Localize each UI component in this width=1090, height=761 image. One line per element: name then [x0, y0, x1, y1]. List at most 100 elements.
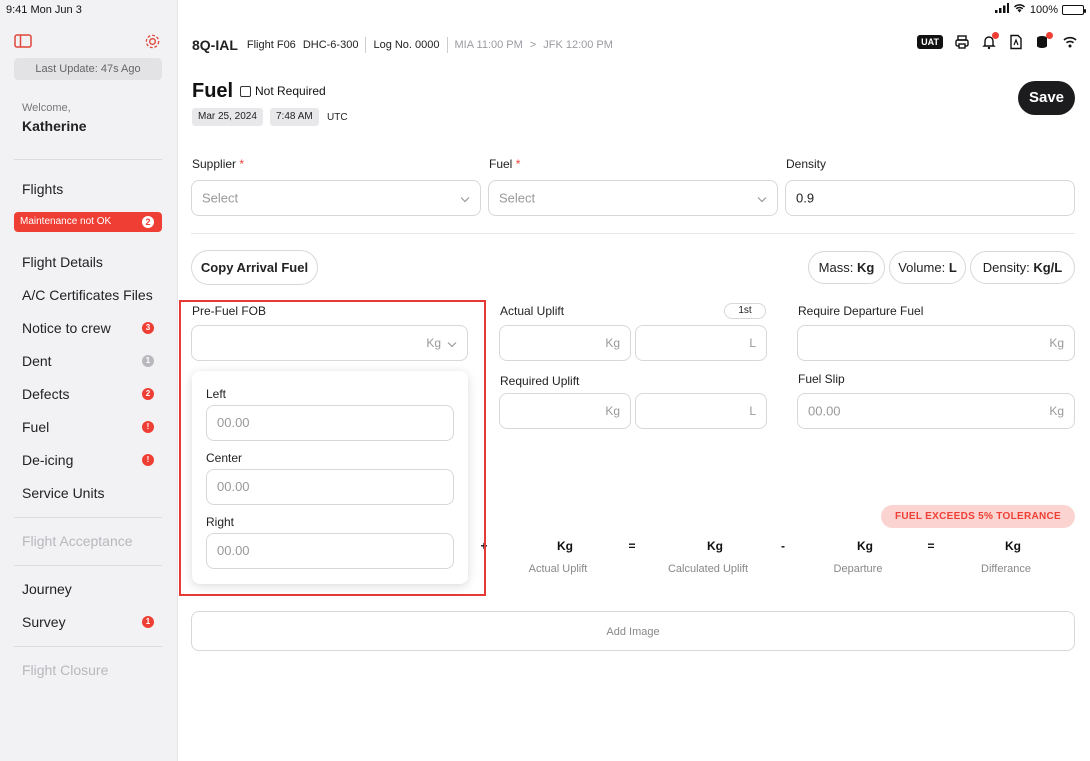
- flight-header: 8Q-IAL Flight F06 DHC-6-300 Log No. 0000…: [192, 36, 613, 54]
- fuel-slip-placeholder: 00.00: [808, 403, 841, 419]
- sidebar-divider: [14, 565, 162, 566]
- unit-l: L: [749, 404, 756, 418]
- departure-caption: Departure: [833, 563, 883, 575]
- count-badge: 2: [142, 388, 154, 400]
- center-tank-input[interactable]: 00.00: [206, 469, 454, 505]
- save-button[interactable]: Save: [1018, 81, 1075, 115]
- minus-operator: -: [781, 539, 785, 553]
- database-icon[interactable]: [1035, 32, 1053, 50]
- sidebar-item-survey[interactable]: Survey 1: [22, 611, 162, 633]
- sidebar-item-label: Dent: [22, 353, 52, 369]
- count-badge: 1: [142, 616, 154, 628]
- actual-uplift-l-input[interactable]: L: [635, 325, 767, 361]
- fuel-slip-label: Fuel Slip: [798, 372, 845, 386]
- sidebar-divider: [14, 517, 162, 518]
- required-uplift-l-input[interactable]: L: [635, 393, 767, 429]
- battery-icon: [1062, 4, 1086, 15]
- sidebar-item-label: Service Units: [22, 485, 105, 501]
- aircraft-registration: 8Q-IAL: [192, 37, 238, 53]
- environment-badge: UAT: [917, 35, 943, 49]
- printer-icon[interactable]: [954, 34, 970, 50]
- header-divider: [365, 37, 367, 53]
- fuel-type-placeholder: Select: [499, 190, 536, 206]
- not-required-checkbox[interactable]: [240, 85, 251, 97]
- sidebar-item-fuel[interactable]: Fuel!: [22, 416, 162, 438]
- volume-unit-button[interactable]: Volume: L: [889, 251, 966, 284]
- left-tank-label: Left: [206, 387, 227, 401]
- sidebar-divider: [14, 646, 162, 647]
- unit-kg: Kg: [1049, 404, 1064, 418]
- density-unit-button[interactable]: Density: Kg/L: [970, 251, 1075, 284]
- add-image-button[interactable]: Add Image: [191, 611, 1075, 651]
- mass-unit-button[interactable]: Mass: Kg: [808, 251, 885, 284]
- unit-kg: Kg: [605, 404, 620, 418]
- unit-kg: Kg: [1049, 336, 1064, 350]
- not-required-label: Not Required: [255, 84, 326, 98]
- unit-l: L: [749, 336, 756, 350]
- fuel-slip-input[interactable]: 00.00 Kg: [797, 393, 1075, 429]
- sidebar-item-label: Defects: [22, 386, 70, 402]
- aircraft-type: DHC-6-300: [302, 39, 359, 51]
- maintenance-status-badge[interactable]: Maintenance not OK 2: [14, 212, 162, 232]
- sidebar-item-flight-details[interactable]: Flight Details: [22, 251, 162, 273]
- sidebar-item-journey[interactable]: Journey: [22, 578, 162, 600]
- sidebar-item-service-units[interactable]: Service Units: [22, 482, 162, 504]
- unit-kg: Kg: [605, 336, 620, 350]
- maintenance-count: 2: [142, 216, 154, 228]
- section-divider: [191, 233, 1075, 234]
- copy-arrival-fuel-button[interactable]: Copy Arrival Fuel: [191, 250, 318, 285]
- sidebar-item-notice-to-crew[interactable]: Notice to crew 3: [22, 317, 162, 339]
- sidebar-item-defects[interactable]: Defects 2: [22, 383, 162, 405]
- route-destination: JFK 12:00 PM: [543, 39, 613, 51]
- sidebar-item-flight-closure[interactable]: Flight Closure: [22, 659, 162, 681]
- require-departure-label: Require Departure Fuel: [798, 304, 924, 318]
- required-uplift-label: Required Uplift: [500, 374, 580, 388]
- date-chip[interactable]: Mar 25, 2024: [192, 108, 263, 126]
- gear-icon[interactable]: [144, 33, 162, 49]
- battery-percent: 100%: [1029, 3, 1058, 16]
- wifi-status-icon[interactable]: [1062, 34, 1078, 50]
- equals-operator: =: [927, 539, 935, 553]
- actual-uplift-label: Actual Uplift: [500, 304, 565, 318]
- status-icons: 100%: [994, 3, 1086, 16]
- density-label: Density: [786, 157, 827, 171]
- tank-breakdown-dropdown: Left 00.00 Center 00.00 Right 00.00: [192, 371, 468, 584]
- sidebar-item-flights[interactable]: Flights: [22, 178, 162, 200]
- sidebar-item-de-icing[interactable]: De-icing!: [22, 449, 162, 471]
- required-uplift-kg-input[interactable]: Kg: [499, 393, 631, 429]
- calculated-uplift-kg-value: Kg: [707, 539, 723, 553]
- fuel-type-select[interactable]: Select: [488, 180, 778, 216]
- count-badge: 1: [142, 355, 154, 367]
- sidebar-toggle-icon[interactable]: [14, 33, 32, 49]
- uplift-sequence-tag[interactable]: 1st: [724, 303, 766, 319]
- require-departure-input[interactable]: Kg: [797, 325, 1075, 361]
- sidebar-divider: [14, 159, 162, 160]
- route-origin: MIA 11:00 PM: [454, 39, 523, 51]
- last-update-label: Last Update: 47s Ago: [14, 58, 162, 80]
- right-tank-input[interactable]: 00.00: [206, 533, 454, 569]
- sidebar: Last Update: 47s Ago Welcome, Katherine …: [0, 0, 178, 761]
- supplier-select[interactable]: Select: [191, 180, 481, 216]
- actual-uplift-kg-input[interactable]: Kg: [499, 325, 631, 361]
- left-tank-input[interactable]: 00.00: [206, 405, 454, 441]
- not-required-toggle[interactable]: Not Required: [240, 84, 326, 98]
- chevron-down-icon: [757, 191, 767, 206]
- fuel-type-label: Fuel *: [489, 157, 521, 171]
- pdf-icon[interactable]: [1008, 34, 1024, 50]
- density-value: 0.9: [796, 190, 815, 206]
- sidebar-item-flight-acceptance[interactable]: Flight Acceptance: [22, 530, 162, 552]
- sidebar-item-dent[interactable]: Dent 1: [22, 350, 162, 372]
- density-input[interactable]: 0.9: [785, 180, 1075, 216]
- user-name: Katherine: [22, 118, 87, 134]
- maintenance-label: Maintenance not OK: [20, 216, 112, 227]
- header-divider: [446, 37, 448, 53]
- sidebar-item-label: Fuel: [22, 419, 50, 435]
- calculated-uplift-caption: Calculated Uplift: [667, 563, 749, 575]
- sidebar-item-label: A/C Certificates Files: [22, 287, 153, 303]
- sidebar-item-certificates[interactable]: A/C Certificates Files: [22, 284, 162, 306]
- time-chip[interactable]: 7:48 AM: [270, 108, 319, 126]
- center-tank-label: Center: [206, 451, 243, 465]
- welcome-label: Welcome,: [22, 102, 71, 114]
- sidebar-item-label: Notice to crew: [22, 320, 111, 336]
- bell-icon[interactable]: [981, 32, 999, 50]
